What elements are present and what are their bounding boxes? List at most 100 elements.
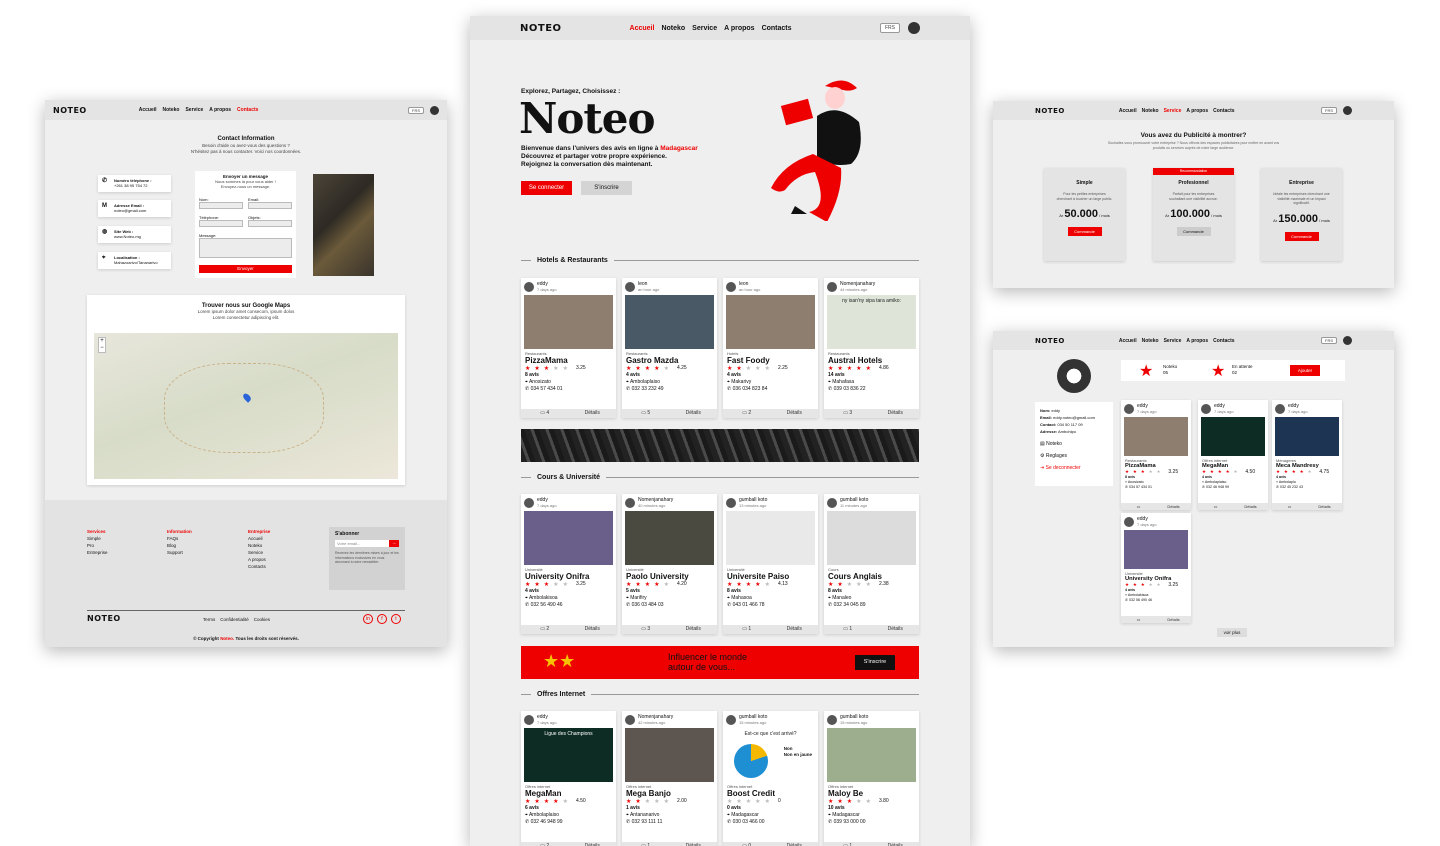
details-button[interactable]: Détails: [771, 625, 819, 634]
footer-link[interactable]: Noteko: [248, 542, 270, 549]
edit-icon[interactable]: ▭: [1121, 503, 1156, 510]
card-image[interactable]: [726, 511, 815, 565]
nav-accueil[interactable]: Accueil: [630, 25, 655, 32]
card-image[interactable]: [726, 295, 815, 349]
comments-button[interactable]: ▭ 1: [824, 842, 872, 846]
language-select[interactable]: FRS: [880, 23, 900, 33]
nav-apropos[interactable]: A propos: [1186, 108, 1208, 114]
nav-apropos[interactable]: A propos: [209, 107, 231, 113]
user-avatar[interactable]: [1275, 403, 1285, 414]
footer-link[interactable]: Pro: [87, 542, 108, 549]
nav-contacts[interactable]: Contacts: [1213, 338, 1234, 344]
card-title[interactable]: Fast Foody: [723, 356, 818, 365]
card-title[interactable]: University Onifra: [521, 572, 616, 581]
nav-accueil[interactable]: Accueil: [1119, 338, 1137, 344]
facebook-icon[interactable]: f: [377, 614, 387, 624]
card-image[interactable]: [625, 728, 714, 782]
login-button[interactable]: Se connecter: [521, 181, 572, 195]
logo[interactable]: NOTEO: [1035, 107, 1065, 115]
footer-link[interactable]: Entreprise: [87, 549, 108, 556]
edit-icon[interactable]: ▭: [1121, 616, 1156, 623]
tel-field[interactable]: [199, 220, 243, 227]
send-button[interactable]: Envoyer: [199, 265, 292, 273]
card-title[interactable]: Paolo University: [622, 572, 717, 581]
card-image[interactable]: [1201, 417, 1265, 456]
details-button[interactable]: Détails: [1307, 503, 1342, 510]
card-image[interactable]: [1124, 417, 1188, 456]
logo[interactable]: NOTEO: [53, 106, 87, 115]
card-title[interactable]: Gastro Mazda: [622, 356, 717, 365]
user-avatar[interactable]: [524, 281, 534, 292]
legal-link[interactable]: Terms: [203, 617, 215, 622]
card-image[interactable]: [625, 511, 714, 565]
details-button[interactable]: Détails: [670, 625, 718, 634]
email-field[interactable]: [248, 202, 292, 209]
comments-button[interactable]: ▭ 4: [521, 409, 569, 418]
review-card[interactable]: eddy 7 days ago Restaurants PizzaMama ★ ★ ★…: [521, 278, 616, 418]
logo[interactable]: NOTEO: [1035, 337, 1065, 345]
nav-service[interactable]: Service: [692, 25, 717, 32]
menu-logout[interactable]: ⇥ Se deconnecter: [1040, 465, 1108, 472]
nav-contacts[interactable]: Contacts: [762, 25, 792, 32]
details-button[interactable]: Détails: [771, 842, 819, 846]
signup-button[interactable]: S'inscrire: [581, 181, 632, 195]
avatar[interactable]: [430, 105, 439, 115]
nav-noteko[interactable]: Noteko: [661, 25, 685, 32]
logo[interactable]: NOTEO: [520, 23, 562, 34]
details-button[interactable]: Détails: [569, 842, 617, 846]
newsletter-input[interactable]: Votre email...: [335, 540, 389, 547]
card-image[interactable]: [625, 295, 714, 349]
edit-icon[interactable]: ▭: [1272, 503, 1307, 510]
card-image[interactable]: [524, 295, 613, 349]
comments-button[interactable]: ▭ 1: [824, 625, 872, 634]
review-card[interactable]: eddy 7 days ago Université University Oni…: [1121, 513, 1191, 623]
card-image[interactable]: [827, 728, 916, 782]
user-avatar[interactable]: [726, 714, 736, 725]
twitter-icon[interactable]: t: [391, 614, 401, 624]
comments-button[interactable]: ▭ 5: [622, 409, 670, 418]
card-title[interactable]: Cours Anglais: [824, 572, 919, 581]
user-avatar[interactable]: [625, 714, 635, 725]
card-image[interactable]: [827, 511, 916, 565]
review-card[interactable]: eddy 7 days ago Offres internet MegaMan ★…: [1198, 400, 1268, 510]
card-title[interactable]: MegaMan: [521, 789, 616, 798]
review-card[interactable]: gumball koto 11 minutes ago Cours Cours A…: [824, 494, 919, 634]
user-avatar[interactable]: [1124, 516, 1134, 527]
review-card[interactable]: Nomenjanahary 42 minutes ago Offres inter…: [622, 711, 717, 846]
card-title[interactable]: Austral Hotels: [824, 356, 919, 365]
order-button[interactable]: Commande: [1067, 227, 1102, 236]
menu-noteko[interactable]: ▤ Noteko: [1040, 441, 1108, 448]
card-title[interactable]: PizzaMama: [521, 356, 616, 365]
comments-button[interactable]: ▭ 0: [723, 842, 771, 846]
footer-link[interactable]: Simple: [87, 535, 108, 542]
user-avatar[interactable]: [726, 281, 736, 292]
legal-link[interactable]: Cookies: [254, 617, 270, 622]
nav-contacts[interactable]: Contacts: [237, 107, 258, 113]
nom-field[interactable]: [199, 202, 243, 209]
card-image[interactable]: [1124, 530, 1188, 569]
nav-service[interactable]: Service: [1164, 108, 1182, 114]
review-card[interactable]: eddy 7 days ago Restaurants PizzaMama ★ ★ ★…: [1121, 400, 1191, 510]
nav-service[interactable]: Service: [185, 107, 203, 113]
review-card[interactable]: leon an hour ago Restaurants Gastro Mazda…: [622, 278, 717, 418]
review-card[interactable]: gumball koto 15 minutes ago Offres intern…: [824, 711, 919, 846]
footer-link[interactable]: Contacts: [248, 563, 270, 570]
legal-link[interactable]: Confidentialité: [220, 617, 249, 622]
language-select[interactable]: FRS: [1321, 337, 1337, 344]
nav-apropos[interactable]: A propos: [1186, 338, 1208, 344]
comments-button[interactable]: ▭ 3: [622, 625, 670, 634]
comments-button[interactable]: ▭ 2: [521, 842, 569, 846]
details-button[interactable]: Détails: [569, 409, 617, 418]
footer-link[interactable]: Service: [248, 549, 270, 556]
objet-field[interactable]: [248, 220, 292, 227]
copy-brand[interactable]: Noteo.: [220, 636, 234, 641]
message-field[interactable]: [199, 238, 292, 258]
footer-logo[interactable]: NOTEO: [87, 614, 121, 623]
nav-noteko[interactable]: Noteko: [1142, 338, 1159, 344]
user-avatar[interactable]: [726, 497, 736, 508]
user-avatar[interactable]: [524, 497, 534, 508]
edit-icon[interactable]: ▭: [1198, 503, 1233, 510]
avatar[interactable]: [1343, 336, 1352, 345]
user-avatar[interactable]: [625, 497, 635, 508]
comments-button[interactable]: ▭ 2: [723, 409, 771, 418]
